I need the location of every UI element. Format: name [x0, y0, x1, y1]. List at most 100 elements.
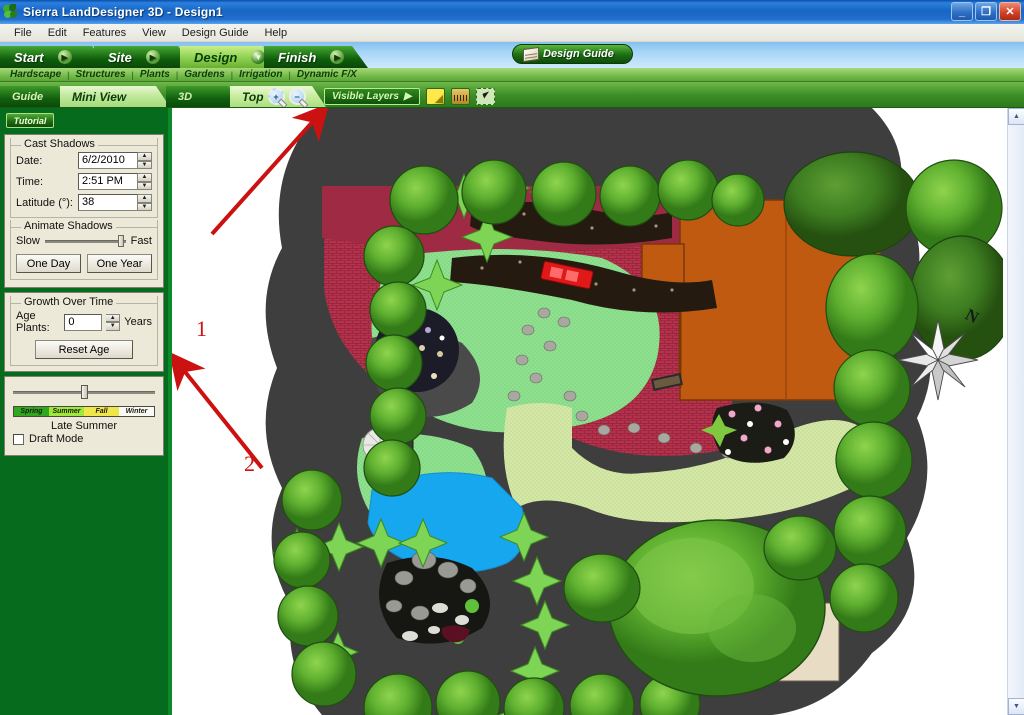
close-button[interactable]: ✕: [999, 2, 1021, 21]
age-spin-down[interactable]: ▼: [106, 322, 121, 331]
subtab-structures[interactable]: Structures: [71, 69, 129, 80]
subtab-dynamic-fx[interactable]: Dynamic F/X: [293, 69, 361, 80]
subtab-irrigation[interactable]: Irrigation: [235, 69, 286, 80]
date-label: Date:: [16, 154, 43, 167]
menu-help[interactable]: Help: [256, 26, 295, 40]
zoom-out-sign: −: [294, 91, 300, 102]
stage-tab-site-label: Site: [108, 49, 132, 65]
menu-edit[interactable]: Edit: [40, 26, 75, 40]
window-controls: _ ❐ ✕: [951, 2, 1021, 21]
tutorial-button[interactable]: Tutorial: [6, 113, 54, 128]
date-spin-down[interactable]: ▼: [138, 160, 152, 169]
date-stepper[interactable]: ▲ ▼: [138, 152, 152, 169]
view-toolbar: Guide Mini View 3D Top + − Visible Layer…: [0, 82, 1024, 108]
tab-guide-label: Guide: [12, 90, 44, 103]
season-fall: Fall: [84, 407, 119, 416]
scroll-up-button[interactable]: ▲: [1008, 108, 1024, 125]
reset-age-button[interactable]: Reset Age: [35, 340, 133, 359]
growth-over-time-group: Growth Over Time Age Plants: 0 ▲ ▼ Years…: [10, 296, 158, 366]
latitude-row: Latitude (°): 38 ▲ ▼: [16, 194, 152, 211]
season-summer: Summer: [49, 407, 84, 416]
subtab-plants[interactable]: Plants: [136, 69, 174, 80]
age-plants-stepper[interactable]: ▲ ▼: [106, 313, 121, 331]
animation-speed-slider[interactable]: [44, 234, 126, 248]
design-canvas[interactable]: N 1 2 ▲ ▼: [172, 108, 1024, 715]
time-row: Time: 2:51 PM ▲ ▼: [16, 173, 152, 190]
vertical-scrollbar[interactable]: ▲ ▼: [1007, 108, 1024, 715]
latitude-stepper[interactable]: ▲ ▼: [138, 194, 152, 211]
time-stepper[interactable]: ▲ ▼: [138, 173, 152, 190]
menu-bar: File Edit Features View Design Guide Hel…: [0, 24, 1024, 42]
zoom-out-icon[interactable]: −: [289, 88, 306, 105]
view-mode-top[interactable]: Top + −: [230, 86, 326, 107]
cast-shadows-group: Cast Shadows Date: 6/2/2010 ▲ ▼ Time: 2:: [10, 138, 158, 218]
age-plants-input[interactable]: 0: [64, 313, 103, 331]
latitude-input[interactable]: 38: [78, 194, 138, 211]
stage-tab-start[interactable]: Start ▶: [0, 46, 108, 68]
stage-tab-site[interactable]: Site ▶: [94, 46, 194, 68]
time-input[interactable]: 2:51 PM: [78, 173, 138, 190]
main-area: Tutorial Cast Shadows Date: 6/2/2010 ▲ ▼: [0, 108, 1024, 715]
slider-thumb[interactable]: [117, 235, 124, 247]
season-spring: Spring: [14, 407, 49, 416]
menu-features[interactable]: Features: [75, 26, 134, 40]
cast-shadows-title: Cast Shadows: [21, 138, 98, 151]
time-spin-down[interactable]: ▼: [138, 181, 152, 190]
season-color-bar: Spring Summer Fall Winter: [13, 406, 155, 417]
years-label: Years: [124, 316, 152, 328]
visible-layers-label: Visible Layers: [332, 91, 399, 102]
select-icon[interactable]: [475, 88, 495, 105]
time-spin-up[interactable]: ▲: [138, 173, 152, 182]
stage-tab-start-label: Start: [14, 49, 44, 65]
growth-panel: Growth Over Time Age Plants: 0 ▲ ▼ Years…: [4, 292, 164, 372]
season-slider-thumb[interactable]: [81, 385, 89, 399]
draft-mode-checkbox[interactable]: [13, 433, 24, 445]
subtab-gardens[interactable]: Gardens: [180, 69, 229, 80]
annotation-number-1: 1: [196, 316, 207, 341]
window-title: Sierra LandDesigner 3D - Design1: [23, 5, 223, 19]
note-icon[interactable]: [425, 88, 445, 105]
scroll-down-button[interactable]: ▼: [1008, 698, 1024, 715]
date-input[interactable]: 6/2/2010: [78, 152, 138, 169]
zoom-in-icon[interactable]: +: [268, 88, 285, 105]
ruler-icon[interactable]: [450, 88, 470, 105]
age-spin-up[interactable]: ▲: [106, 313, 121, 322]
menu-view[interactable]: View: [134, 26, 174, 40]
animate-shadows-title: Animate Shadows: [21, 220, 116, 233]
fast-label: Fast: [130, 235, 152, 247]
subtab-hardscape[interactable]: Hardscape: [6, 69, 65, 80]
design-guide-button[interactable]: Design Guide: [512, 44, 633, 64]
minimize-button[interactable]: _: [951, 2, 973, 21]
book-icon: [523, 46, 539, 63]
animation-speed-row: Slow Fast: [16, 234, 152, 248]
view-mode-label: Top: [242, 89, 264, 104]
menu-design-guide[interactable]: Design Guide: [174, 26, 257, 40]
latitude-label: Latitude (°):: [16, 196, 73, 209]
visible-layers-button[interactable]: Visible Layers ▶: [324, 88, 420, 105]
season-panel: Spring Summer Fall Winter Late Summer Dr…: [4, 376, 164, 456]
landscape-plan-graphic: N: [172, 108, 1003, 715]
restore-button[interactable]: ❐: [975, 2, 997, 21]
latitude-spin-down[interactable]: ▼: [138, 202, 152, 211]
age-plants-label: Age Plants:: [16, 310, 50, 334]
age-plants-row: Age Plants: 0 ▲ ▼ Years: [16, 310, 152, 334]
season-slider[interactable]: [13, 385, 155, 399]
play-arrow-icon: ▶: [330, 50, 344, 64]
stage-tab-design[interactable]: Design ▼: [180, 46, 278, 68]
tab-3d-label: 3D: [178, 90, 193, 103]
tab-mini-view[interactable]: Mini View: [60, 86, 170, 107]
zoom-in-sign: +: [273, 91, 279, 102]
one-year-button[interactable]: One Year: [87, 254, 152, 273]
menu-file[interactable]: File: [6, 26, 40, 40]
tab-mini-view-label: Mini View: [72, 89, 127, 104]
draft-mode-row[interactable]: Draft Mode: [13, 433, 155, 445]
animate-buttons: One Day One Year: [16, 254, 152, 273]
stage-tab-finish[interactable]: Finish ▶: [264, 46, 368, 68]
stage-tab-finish-label: Finish: [278, 49, 317, 65]
annotation-number-2: 2: [244, 451, 255, 476]
app-leaf-icon: [3, 4, 19, 20]
left-panel: Tutorial Cast Shadows Date: 6/2/2010 ▲ ▼: [0, 108, 172, 715]
latitude-spin-up[interactable]: ▲: [138, 194, 152, 203]
date-spin-up[interactable]: ▲: [138, 152, 152, 161]
one-day-button[interactable]: One Day: [16, 254, 81, 273]
